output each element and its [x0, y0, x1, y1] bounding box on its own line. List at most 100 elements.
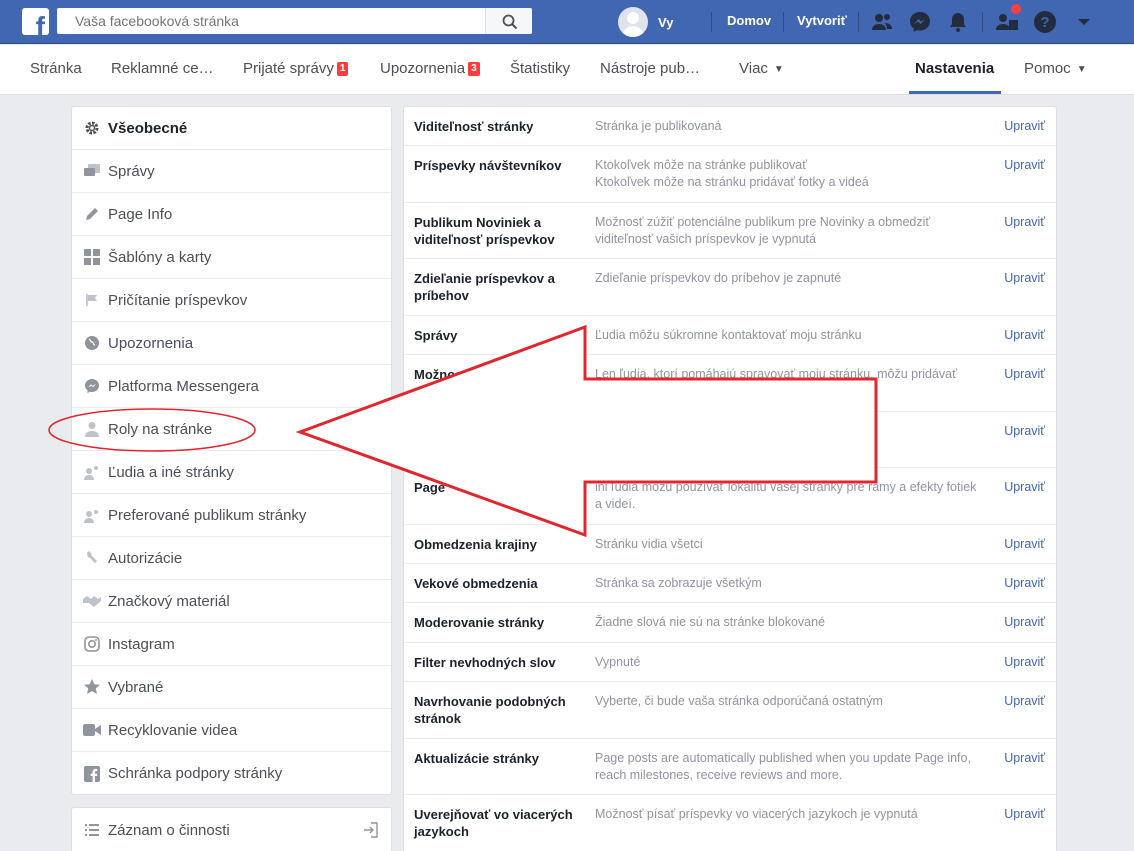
settings-row-messages[interactable]: Správy Ľudia môžu súkromne kontaktovať mo… [404, 316, 1056, 355]
settings-row-value: Žiadne slová nie sú na stránke blokované [595, 615, 826, 629]
messenger-icon [83, 377, 101, 395]
home-link[interactable]: Domov [727, 13, 771, 28]
edit-link[interactable]: Upraviť [1004, 214, 1045, 231]
activity-log-link[interactable]: Záznam o činnosti [71, 807, 392, 851]
tab-insights[interactable]: Štatistiky [510, 60, 570, 77]
sidebar-item-general[interactable]: Všeobecné [72, 107, 391, 150]
sidebar-item-people-and-pages[interactable]: Ľudia a iné stránky [72, 451, 391, 494]
sidebar-item-featured[interactable]: Vybrané [72, 666, 391, 709]
settings-row-label: Obmedzenia krajiny [414, 537, 537, 552]
edit-link[interactable]: Upraviť [1004, 270, 1045, 287]
settings-row-label: Aktualizácie stránky [414, 751, 540, 766]
user-profile-link[interactable]: Vy [618, 4, 673, 40]
tab-publishing-tools[interactable]: Nástroje pub… [600, 60, 700, 77]
sidebar-item-preferred-audience[interactable]: Preferované publikum stránky [72, 494, 391, 537]
sidebar-item-label: Roly na stránke [108, 420, 213, 438]
tab-more[interactable]: Viac ▼ [739, 60, 784, 77]
edit-link[interactable]: Upraviť [1004, 479, 1045, 496]
account-menu-chevron-down-icon[interactable] [1072, 10, 1096, 34]
settings-row-visitor-posts[interactable]: Príspevky návštevníkov Ktokoľvek môže na … [404, 146, 1056, 203]
sidebar-item-page-roles[interactable]: Roly na stránke [72, 408, 391, 451]
edit-link[interactable]: Upraviť [1004, 575, 1045, 592]
sidebar-item-notifications[interactable]: Upozornenia [72, 322, 391, 365]
settings-row-page-visibility[interactable]: Viditeľnosť stránky Stránka je publikovan… [404, 107, 1056, 146]
edit-link[interactable]: Upraviť [1004, 614, 1045, 631]
handshake-icon [83, 592, 101, 610]
settings-row-country-restrictions[interactable]: Obmedzenia krajiny Stránku vidia všetci Up… [404, 525, 1056, 564]
settings-row-sharing-posts-stories[interactable]: Zdieľanie príspevkov a príbehov Zdieľanie… [404, 259, 1056, 316]
tab-settings[interactable]: Nastavenia [915, 60, 994, 77]
sidebar-item-page-info[interactable]: Page Info [72, 193, 391, 236]
sidebar-item-crossposting[interactable]: Recyklovanie videa [72, 709, 391, 752]
sidebar-item-post-attribution[interactable]: Pričítanie príspevkov [72, 279, 391, 322]
settings-row-value: Stránka sa zobrazuje všetkým [595, 576, 762, 590]
sidebar-item-label: Schránka podpory stránky [108, 765, 283, 782]
settings-row-similar-page-suggestions[interactable]: Navrhovanie podobných stránok Vyberte, či… [404, 682, 1056, 739]
tab-inbox[interactable]: Prijaté správy 1 [243, 60, 349, 77]
notifications-bell-icon[interactable] [946, 10, 970, 34]
sidebar-item-page-support-inbox[interactable]: Schránka podpory stránky [72, 752, 391, 795]
sidebar-item-templates[interactable]: Šablóny a karty [72, 236, 391, 279]
settings-row-page-updates[interactable]: Aktualizácie stránky Page posts are autom… [404, 739, 1056, 795]
edit-link[interactable]: Upraviť [1004, 806, 1045, 823]
settings-row-page-location-frames[interactable]: Page ini ľudia môžu používať lokalitu vaš… [404, 468, 1056, 525]
sidebar-item-messages[interactable]: Správy [72, 150, 391, 193]
sidebar-item-label: Platforma Messengera [108, 377, 259, 395]
settings-row-value: Stránka je publikovaná [595, 119, 722, 133]
search-box [57, 8, 532, 34]
page-nav: Stránka Reklamné ce… Prijaté správy 1 Upo… [0, 45, 1134, 95]
edit-link[interactable]: Upraviť [1004, 536, 1045, 553]
caret-down-icon: ▼ [773, 64, 784, 75]
facebook-logo-icon[interactable]: f [22, 8, 49, 35]
edit-link[interactable]: Upraviť [1004, 423, 1045, 440]
settings-row-value: ini ľudia môžu používať lokalitu vašej s… [595, 480, 977, 511]
help-icon[interactable]: ? [1033, 10, 1057, 34]
tab-ad-center[interactable]: Reklamné ce… [111, 60, 214, 77]
create-link[interactable]: Vytvoriť [797, 13, 847, 28]
settings-table: Viditeľnosť stránky Stránka je publikovan… [403, 106, 1057, 851]
sidebar-item-authorizations[interactable]: Autorizácie [72, 537, 391, 580]
edit-link[interactable]: Upraviť [1004, 693, 1045, 710]
search-input[interactable] [57, 8, 477, 34]
settings-row-value: Vyberte, či bude vaša stránka odporúčaná… [595, 694, 883, 708]
tab-help[interactable]: Pomoc ▼ [1024, 60, 1087, 77]
facebook-icon [83, 765, 101, 783]
settings-row-page-moderation[interactable]: Moderovanie stránky Žiadne slová nie sú n… [404, 603, 1056, 643]
pencil-icon [83, 205, 101, 223]
top-bar: f Vy Domov Vytvoriť ? [0, 0, 1134, 44]
edit-link[interactable]: Upraviť [1004, 366, 1045, 383]
tab-page[interactable]: Stránka [30, 60, 82, 77]
sidebar-item-label: Autorizácie [108, 549, 183, 567]
sidebar-item-messenger-platform[interactable]: Platforma Messengera [72, 365, 391, 408]
edit-link[interactable]: Upraviť [1004, 157, 1045, 174]
audience-icon [83, 506, 101, 524]
notifications-count-badge: 3 [468, 62, 480, 76]
inbox-count-badge: 1 [336, 62, 349, 76]
settings-row-value: Možnosť písať príspevky vo viacerých jaz… [595, 807, 918, 821]
settings-row-profanity-filter[interactable]: Filter nevhodných slov Vypnuté Upraviť [404, 643, 1056, 682]
friend-requests-icon[interactable] [870, 10, 894, 34]
settings-row-age-restrictions[interactable]: Vekové obmedzenia Stránka sa zobrazuje vš… [404, 564, 1056, 603]
settings-row-others-tagging[interactable]: Upraviť [404, 412, 1056, 468]
sidebar-item-label: Ľudia a iné stránky [108, 463, 234, 481]
settings-row-label: Uverejňovať vo viacerých jazykoch [414, 807, 573, 839]
settings-row-news-feed-audience[interactable]: Publikum Noviniek a viditeľnosť príspevk… [404, 203, 1056, 259]
sidebar-item-label: Recyklovanie videa [108, 721, 238, 739]
settings-row-multi-language-posts[interactable]: Uverejňovať vo viacerých jazykoch Možnosť… [404, 795, 1056, 851]
settings-row-value: Možnosť zúžiť potenciálne publikum pre N… [595, 215, 931, 246]
settings-row-label: Filter nevhodných slov [414, 655, 556, 670]
search-icon [502, 14, 518, 30]
sidebar-item-instagram[interactable]: Instagram [72, 623, 391, 666]
sidebar-item-branded-content[interactable]: Značkový materiál [72, 580, 391, 623]
settings-row-value: Stránku vidia všetci [595, 537, 703, 551]
search-button[interactable] [485, 8, 532, 34]
edit-link[interactable]: Upraviť [1004, 654, 1045, 671]
settings-row-tagging-ability[interactable]: Možnost Len ľudia, ktorí pomáhajú spravov… [404, 355, 1056, 412]
messenger-icon[interactable] [908, 10, 932, 34]
edit-link[interactable]: Upraviť [1004, 118, 1045, 135]
edit-link[interactable]: Upraviť [1004, 750, 1045, 767]
avatar [618, 7, 648, 37]
tab-notifications[interactable]: Upozornenia 3 [380, 60, 480, 77]
settings-row-label: Navrhovanie podobných stránok [414, 694, 566, 726]
edit-link[interactable]: Upraviť [1004, 327, 1045, 344]
